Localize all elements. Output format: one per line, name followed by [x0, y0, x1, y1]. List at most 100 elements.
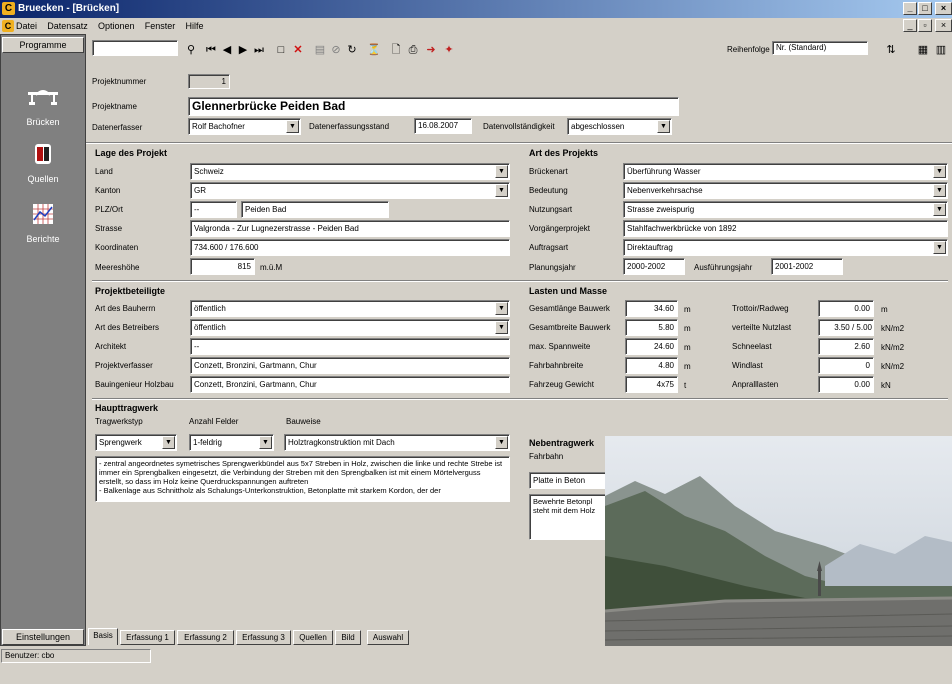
form-view-icon[interactable]: ▥	[934, 43, 948, 57]
tab-erfassung-3[interactable]: Erfassung 3	[236, 630, 291, 645]
holzbau-field[interactable]: Conzett, Bronzini, Gartmann, Chur	[190, 376, 510, 393]
architekt-field[interactable]: --	[190, 338, 510, 355]
doc-minimize-icon[interactable]: _	[903, 19, 917, 32]
kanton-select[interactable]: GR ▼	[190, 182, 510, 199]
save-icon[interactable]: ▤	[313, 43, 327, 57]
bedeutung-select[interactable]: Nebenverkehrsachse ▼	[623, 182, 948, 199]
nutzungsart-select[interactable]: Strasse zweispurig ▼	[623, 201, 948, 218]
trottoir-field[interactable]: 0.00	[818, 300, 874, 317]
fahrbahnbreite-field[interactable]: 4.80	[625, 357, 678, 374]
import-icon[interactable]: ✦	[442, 43, 456, 57]
windlast-unit: kN/m2	[881, 362, 905, 371]
auftragsart-select[interactable]: Direktauftrag ▼	[623, 239, 948, 256]
koordinaten-field[interactable]: 734.600 / 176.600	[190, 239, 510, 256]
neben-fahrbahn-label: Fahrbahn	[529, 452, 564, 461]
ausfuehrungsjahr-label: Ausführungsjahr	[694, 263, 753, 272]
menu-hilfe[interactable]: Hilfe	[186, 18, 204, 34]
vorgaenger-field[interactable]: Stahlfachwerkbrücke von 1892	[623, 220, 948, 237]
last-record-icon[interactable]: ⏭	[252, 43, 266, 57]
binoculars-icon[interactable]: ⚲	[184, 43, 198, 57]
breite-field[interactable]: 5.80	[625, 319, 678, 336]
close-icon[interactable]: ×	[935, 2, 952, 15]
laenge-field[interactable]: 34.60	[625, 300, 678, 317]
ausfuehrungsjahr-field[interactable]: 2001-2002	[771, 258, 843, 275]
user-status: Benutzer: cbo	[1, 649, 151, 663]
export-icon[interactable]: ➜	[424, 43, 438, 57]
brueckenart-select[interactable]: Überführung Wasser ▼	[623, 163, 948, 180]
nebentragwerk-memo[interactable]: Bewehrte Betonpl steht mit dem Holz	[529, 494, 609, 540]
programs-header: Programme	[2, 37, 84, 53]
menu-bar: Datei Datensatz Optionen Fenster Hilfe _…	[0, 18, 952, 34]
planungsjahr-field[interactable]: 2000-2002	[623, 258, 685, 275]
verfasser-field[interactable]: Conzett, Bronzini, Gartmann, Chur	[190, 357, 510, 374]
project-number-label: Projektnummer	[92, 77, 147, 86]
tab-basis[interactable]: Basis	[88, 628, 118, 645]
refresh-icon[interactable]: ↻	[345, 43, 359, 57]
doc-restore-icon[interactable]: ▫	[918, 19, 932, 32]
settings-button[interactable]: Einstellungen	[2, 629, 84, 645]
kanton-value: GR	[194, 186, 206, 195]
ort-field[interactable]: Peiden Bad	[241, 201, 389, 218]
land-select[interactable]: Schweiz ▼	[190, 163, 510, 180]
author-select[interactable]: Rolf Bachofner ▼	[188, 118, 301, 135]
maximize-icon[interactable]: □	[918, 2, 932, 15]
gewicht-field[interactable]: 4x75	[625, 376, 678, 393]
bedeutung-value: Nebenverkehrsachse	[627, 186, 703, 195]
anprall-field[interactable]: 0.00	[818, 376, 874, 393]
doc-close-icon[interactable]: ×	[935, 19, 952, 32]
chevron-down-icon: ▼	[495, 165, 508, 178]
tab-auswahl[interactable]: Auswahl	[367, 630, 409, 645]
project-name-field[interactable]: Glennerbrücke Peiden Bad	[188, 97, 679, 116]
hoehe-field[interactable]: 815	[190, 258, 255, 275]
schneelast-field[interactable]: 2.60	[818, 338, 874, 355]
delete-record-icon[interactable]: ✕	[291, 43, 305, 57]
sort-select[interactable]: Nr. (Standard)	[772, 41, 868, 55]
breite-label: Gesamtbreite Bauwerk	[529, 323, 611, 332]
felder-select[interactable]: 1-feldrig ▼	[189, 434, 274, 451]
grid-view-icon[interactable]: ▦	[916, 43, 930, 57]
bauweise-select[interactable]: Holztragkonstruktion mit Dach ▼	[284, 434, 510, 451]
bauherr-select[interactable]: öffentlich ▼	[190, 300, 510, 317]
tab-erfassung-1[interactable]: Erfassung 1	[120, 630, 175, 645]
minimize-icon[interactable]: _	[903, 2, 917, 15]
neben-fahrbahn-select[interactable]: Platte in Beton	[529, 472, 609, 489]
strasse-field[interactable]: Valgronda - Zur Lugnezerstrasse - Peiden…	[190, 220, 510, 237]
spannweite-field[interactable]: 24.60	[625, 338, 678, 355]
menu-datensatz[interactable]: Datensatz	[47, 18, 88, 34]
author-label: Datenerfasser	[92, 123, 143, 132]
menu-fenster[interactable]: Fenster	[145, 18, 176, 34]
sidebar-item-label: Brücken	[26, 117, 60, 127]
search-input[interactable]	[92, 40, 178, 56]
trottoir-unit: m	[881, 305, 888, 314]
nutzlast-field[interactable]: 3.50 / 5.00	[818, 319, 874, 336]
plz-field[interactable]: --	[190, 201, 237, 218]
new-record-icon[interactable]: □	[274, 43, 288, 57]
sort-az-icon[interactable]: ⇅	[884, 43, 898, 57]
sidebar-item-bruecken[interactable]: Brücken	[1, 83, 85, 127]
tab-quellen[interactable]: Quellen	[293, 630, 333, 645]
date-field[interactable]: 16.08.2007	[414, 118, 472, 134]
betreiber-select[interactable]: öffentlich ▼	[190, 319, 510, 336]
section-title-beteiligte: Projektbeteiligte	[95, 286, 166, 296]
filter-icon[interactable]: ⏳	[367, 43, 381, 57]
print-icon[interactable]: ⎙	[406, 43, 420, 57]
first-record-icon[interactable]: ⏮	[204, 43, 218, 57]
cancel-icon[interactable]: ⊘	[329, 43, 343, 57]
windlast-field[interactable]: 0	[818, 357, 874, 374]
sidebar-item-quellen[interactable]: Quellen	[1, 140, 85, 184]
haupttragwerk-memo[interactable]: - zentral angeordnetes symetrisches Spre…	[95, 456, 510, 502]
next-record-icon[interactable]: ▶	[236, 43, 250, 57]
menu-datei[interactable]: Datei	[16, 18, 37, 34]
laenge-label: Gesamtlänge Bauwerk	[529, 304, 610, 313]
tab-bild[interactable]: Bild	[335, 630, 361, 645]
tragwerkstyp-select[interactable]: Sprengwerk ▼	[95, 434, 177, 451]
tragwerkstyp-label: Tragwerkstyp	[95, 417, 143, 426]
menu-optionen[interactable]: Optionen	[98, 18, 135, 34]
tab-erfassung-2[interactable]: Erfassung 2	[177, 630, 234, 645]
section-title-lage: Lage des Projekt	[95, 148, 168, 158]
prev-record-icon[interactable]: ◀	[220, 43, 234, 57]
completeness-select[interactable]: abgeschlossen ▼	[567, 118, 672, 135]
preview-icon[interactable]: 🗋	[389, 43, 403, 57]
land-value: Schweiz	[194, 167, 224, 176]
sidebar-item-berichte[interactable]: Berichte	[1, 200, 85, 244]
